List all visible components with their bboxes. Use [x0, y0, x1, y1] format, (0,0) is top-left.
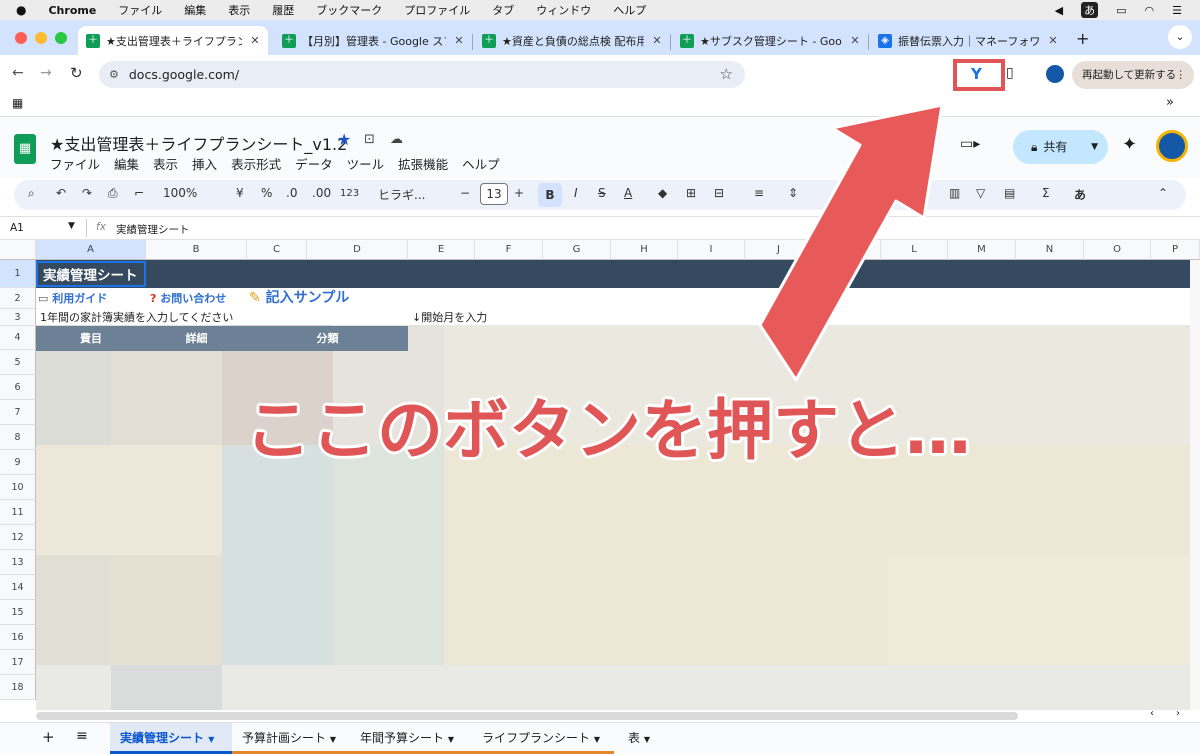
annotation-text: ここのボタンを押すと…	[245, 392, 971, 469]
annotation-arrow	[758, 103, 944, 382]
